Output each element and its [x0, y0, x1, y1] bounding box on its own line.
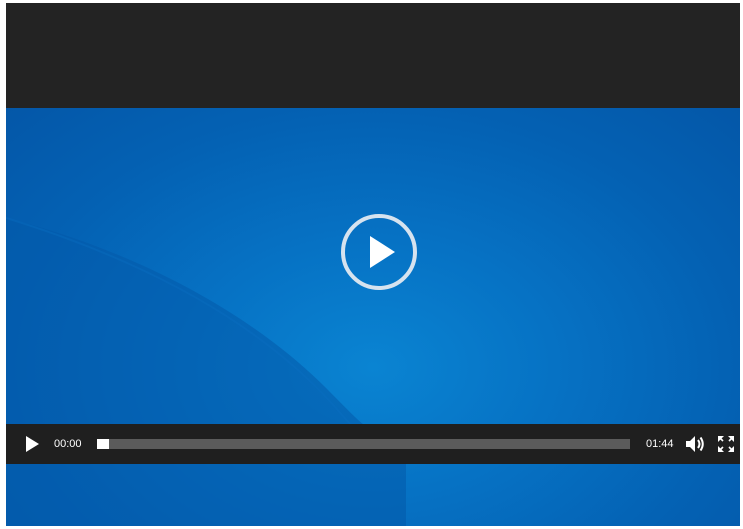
play-circle-icon: [370, 236, 395, 268]
video-player[interactable]: 00:00 01:44: [6, 3, 740, 526]
progress-played: [97, 439, 109, 449]
control-bar: 00:00 01:44: [6, 424, 740, 464]
fullscreen-button[interactable]: [717, 435, 735, 453]
volume-icon: [686, 436, 704, 452]
duration-time: 01:44: [646, 438, 674, 450]
play-button[interactable]: [22, 434, 42, 454]
progress-bar[interactable]: [97, 439, 630, 449]
fullscreen-icon: [718, 436, 734, 452]
play-icon: [26, 436, 39, 452]
current-time: 00:00: [54, 438, 82, 450]
big-play-button[interactable]: [341, 214, 417, 290]
video-top-band: [6, 3, 740, 108]
volume-button[interactable]: [684, 434, 706, 454]
